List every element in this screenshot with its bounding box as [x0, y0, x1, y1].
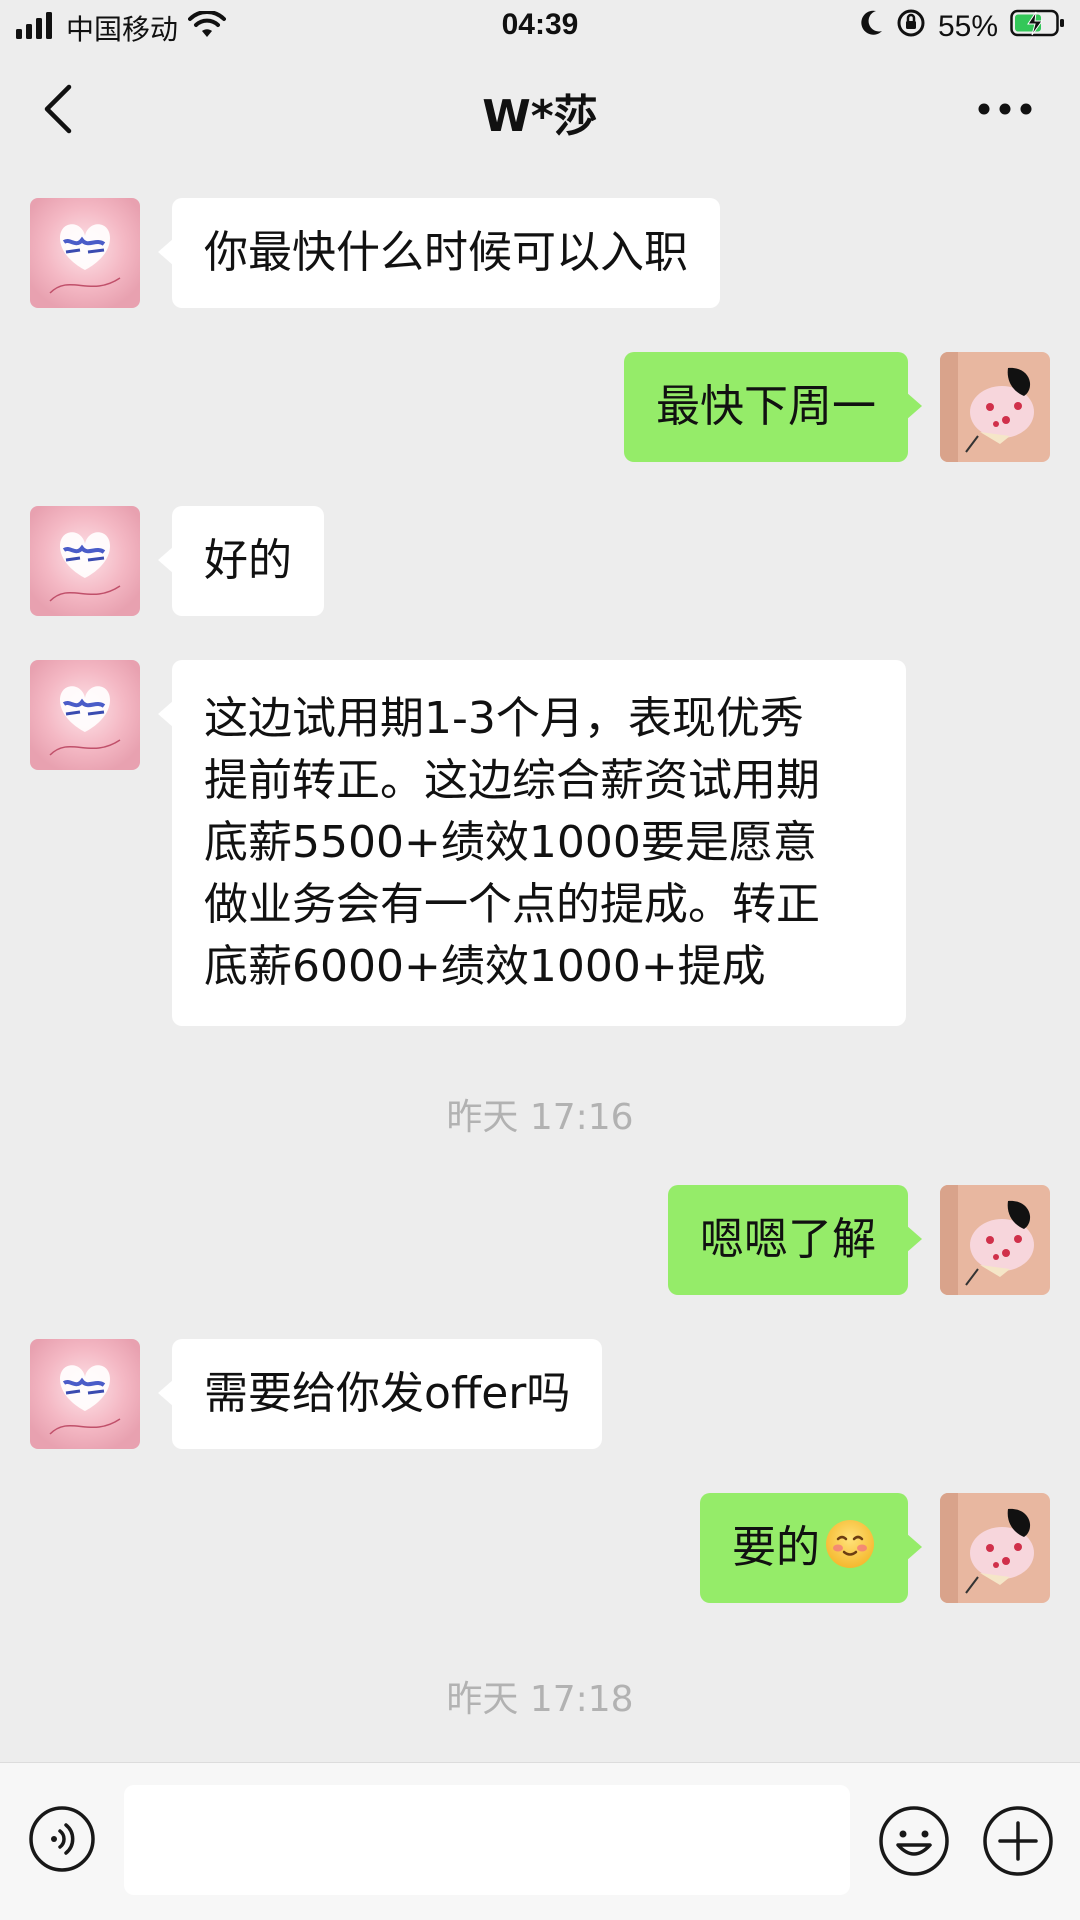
- smiling-face-icon: [826, 1520, 874, 1568]
- emoji-icon: [879, 1806, 949, 1876]
- contact-avatar[interactable]: [30, 198, 140, 308]
- message-bubble-incoming[interactable]: 这边试用期1-3个月，表现优秀 提前转正。这边综合薪资试用期 底薪5500+绩效…: [158, 660, 906, 1026]
- message-text: 好的: [204, 535, 292, 586]
- battery-icon: [1010, 8, 1066, 46]
- chat-screen: 中国移动 04:39 55% W*莎 你最快什么时候可以入职 最快下周一 好的 …: [0, 0, 1080, 1920]
- message-text-line: 底薪5500+绩效1000要是愿意: [204, 817, 817, 868]
- message-text: 你最快什么时候可以入职: [204, 227, 688, 278]
- self-avatar[interactable]: [940, 1493, 1050, 1603]
- contact-avatar[interactable]: [30, 660, 140, 770]
- message-bubble-outgoing[interactable]: 要的: [700, 1493, 922, 1603]
- nav-bar: W*莎: [0, 54, 1080, 164]
- chat-title: W*莎: [482, 91, 598, 142]
- message-text-line: 这边试用期1-3个月，表现优秀: [204, 693, 804, 744]
- message-input[interactable]: [124, 1785, 850, 1895]
- status-bar: 中国移动 04:39 55%: [0, 0, 1080, 54]
- message-bubble-incoming[interactable]: 你最快什么时候可以入职: [158, 198, 720, 308]
- message-text-line: 提前转正。这边综合薪资试用期: [204, 755, 820, 806]
- message-text: 嗯嗯了解: [700, 1214, 876, 1265]
- self-avatar[interactable]: [940, 352, 1050, 462]
- more-button[interactable]: [970, 84, 1040, 134]
- message-bubble-incoming[interactable]: 需要给你发offer吗: [157, 1339, 603, 1449]
- message-text-line: 做业务会有一个点的提成。转正: [204, 879, 820, 930]
- more-dots-icon: [978, 103, 1032, 115]
- input-bar: [0, 1762, 1080, 1920]
- battery-percent: 55%: [937, 10, 998, 43]
- plus-icon: [983, 1806, 1053, 1876]
- timestamp: 昨天 17:16: [446, 1097, 634, 1138]
- voice-icon: [29, 1806, 95, 1872]
- more-actions-button[interactable]: [982, 1805, 1054, 1877]
- message-text: 最快下周一: [656, 381, 876, 432]
- moon-icon: [858, 9, 884, 45]
- self-avatar[interactable]: [940, 1185, 1050, 1295]
- status-right: 55%: [858, 8, 1066, 46]
- message-text: 要的: [732, 1522, 820, 1573]
- timestamp: 昨天 17:18: [446, 1679, 634, 1720]
- message-text-line: 底薪6000+绩效1000+提成: [204, 941, 766, 992]
- emoji-button[interactable]: [878, 1805, 950, 1877]
- message-text: 需要给你发offer吗: [204, 1368, 571, 1419]
- message-bubble-incoming[interactable]: 好的: [158, 506, 324, 616]
- message-bubble-outgoing[interactable]: 最快下周一: [624, 352, 922, 462]
- voice-button[interactable]: [28, 1805, 96, 1873]
- contact-avatar[interactable]: [30, 506, 140, 616]
- contact-avatar[interactable]: [30, 1339, 140, 1449]
- orientation-lock-icon: [896, 8, 926, 46]
- message-bubble-outgoing[interactable]: 嗯嗯了解: [668, 1185, 922, 1295]
